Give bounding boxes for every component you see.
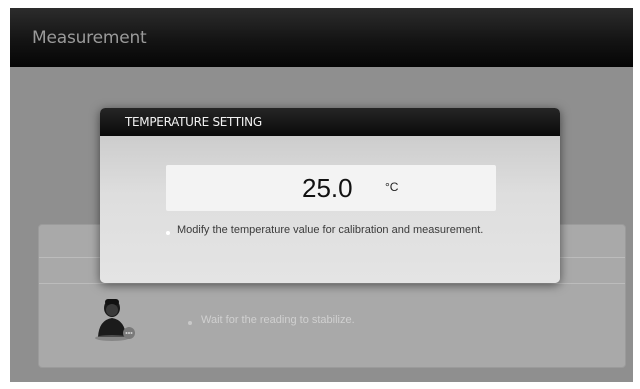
panel-divider xyxy=(39,283,625,284)
dialog-header: TEMPERATURE SETTING xyxy=(100,108,560,136)
temperature-value: 25.0 xyxy=(302,173,353,203)
temperature-input[interactable]: 25.0 °C xyxy=(166,165,496,211)
temperature-unit: °C xyxy=(385,180,399,194)
hint-bullet xyxy=(166,231,170,235)
tip-text: Wait for the reading to stabilize. xyxy=(201,314,355,326)
temperature-setting-dialog: TEMPERATURE SETTING 25.0 °C Modify the t… xyxy=(100,108,560,283)
title-bar: Measurement xyxy=(10,8,633,67)
operator-avatar-icon xyxy=(95,299,135,341)
tip-bullet xyxy=(188,321,192,325)
dialog-body: 25.0 °C Modify the temperature value for… xyxy=(100,136,560,283)
app-title: Measurement xyxy=(32,28,147,48)
dialog-title: TEMPERATURE SETTING xyxy=(125,115,262,129)
hint-text: Modify the temperature value for calibra… xyxy=(177,224,484,236)
